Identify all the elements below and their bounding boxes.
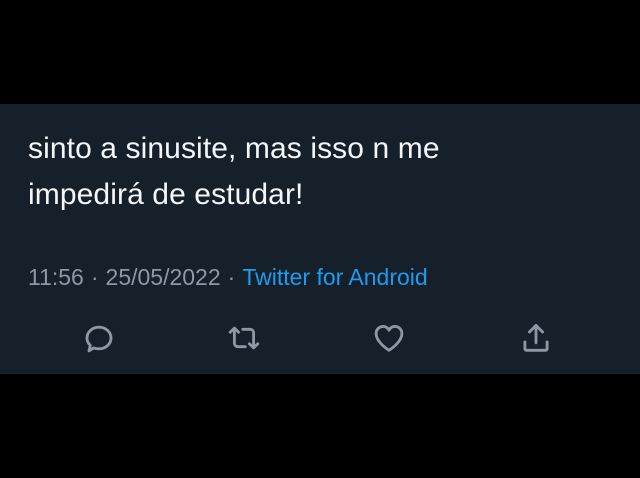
tweet-date[interactable]: 25/05/2022 [106,264,221,290]
tweet-time[interactable]: 11:56 [28,264,84,290]
tweet-card: sinto a sinusite, mas isso n me impedirá… [0,104,640,374]
share-button[interactable] [516,318,556,358]
tweet-actions [0,318,640,358]
tweet-text-line-1: sinto a sinusite, mas isso n me [28,132,440,165]
meta-separator-2: · [227,264,236,290]
tweet-text-line-2: impedirá de estudar! [28,178,304,211]
tweet-meta: 11:56 · 25/05/2022 · Twitter for Android [28,262,428,292]
like-button[interactable] [369,318,409,358]
share-icon [523,323,549,352]
tweet-text: sinto a sinusite, mas isso n me impedirá… [28,126,618,218]
reply-button[interactable] [79,318,119,358]
tweet-source-link[interactable]: Twitter for Android [242,264,427,290]
retweet-icon [228,326,260,350]
reply-icon [85,325,113,353]
meta-separator: · [90,264,99,290]
heart-icon [374,325,404,352]
retweet-button[interactable] [224,318,264,358]
